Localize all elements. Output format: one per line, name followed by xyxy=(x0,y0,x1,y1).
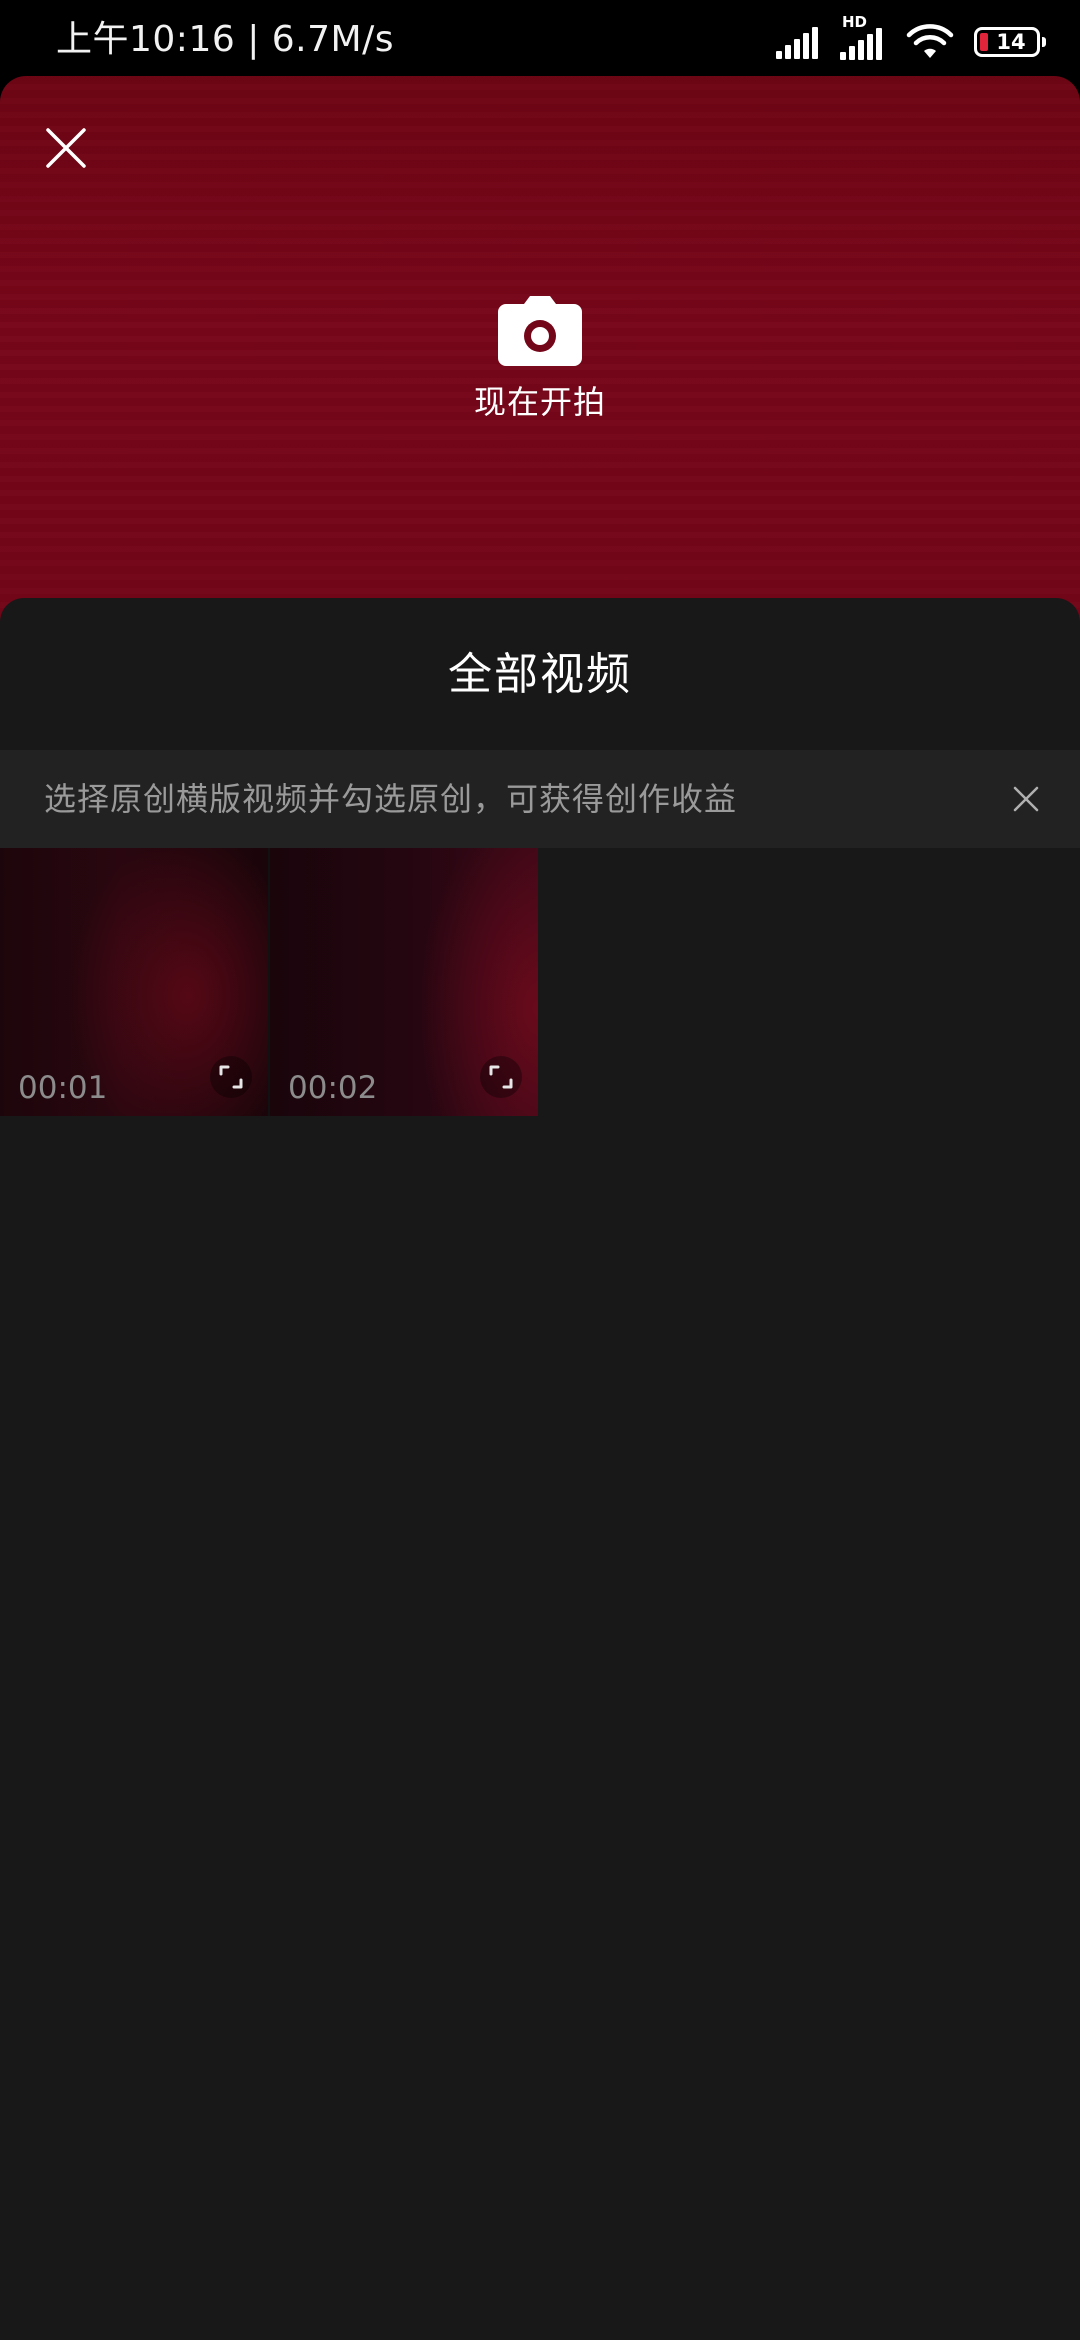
video-thumbnail[interactable]: 00:01 xyxy=(0,848,268,1116)
notice-close-button[interactable] xyxy=(1002,775,1050,823)
notice-text: 选择原创横版视频并勾选原创，可获得创作收益 xyxy=(44,780,738,818)
hd-signal: HD xyxy=(840,14,892,62)
shoot-now-label: 现在开拍 xyxy=(473,383,606,421)
wifi-icon xyxy=(906,24,954,58)
close-icon xyxy=(46,128,86,168)
expand-button[interactable] xyxy=(210,1056,252,1098)
camera-icon xyxy=(498,296,582,366)
camera-panel[interactable]: 现在开拍 xyxy=(0,76,1080,636)
signal-icon xyxy=(776,27,818,59)
video-grid: 00:01 00:02 xyxy=(0,848,1080,1116)
video-duration: 00:02 xyxy=(288,1070,378,1106)
video-duration: 00:01 xyxy=(18,1070,108,1106)
battery-fill xyxy=(980,33,988,51)
sheet-title[interactable]: 全部视频 xyxy=(0,648,1080,702)
hd-label: HD xyxy=(842,13,868,31)
status-bar: 上午10:16 | 6.7M/s HD 14 xyxy=(0,0,1080,76)
shoot-now-button[interactable]: 现在开拍 xyxy=(0,296,1080,422)
battery-icon: 14 xyxy=(974,27,1046,57)
video-thumbnail[interactable]: 00:02 xyxy=(270,848,538,1116)
expand-icon xyxy=(489,1065,513,1089)
close-icon xyxy=(1013,786,1039,812)
video-picker-screen: 上午10:16 | 6.7M/s HD 14 现在开拍 全部视频 选择原创横版视… xyxy=(0,0,1080,2340)
expand-icon xyxy=(219,1065,243,1089)
notice-banner: 选择原创横版视频并勾选原创，可获得创作收益 xyxy=(0,750,1080,848)
expand-button[interactable] xyxy=(480,1056,522,1098)
status-icons: HD 14 xyxy=(776,14,1046,62)
battery-level: 14 xyxy=(996,30,1026,54)
close-button[interactable] xyxy=(36,118,96,178)
status-time-speed: 上午10:16 | 6.7M/s xyxy=(56,19,394,60)
video-sheet: 全部视频 选择原创横版视频并勾选原创，可获得创作收益 00:01 00:02 xyxy=(0,598,1080,2340)
